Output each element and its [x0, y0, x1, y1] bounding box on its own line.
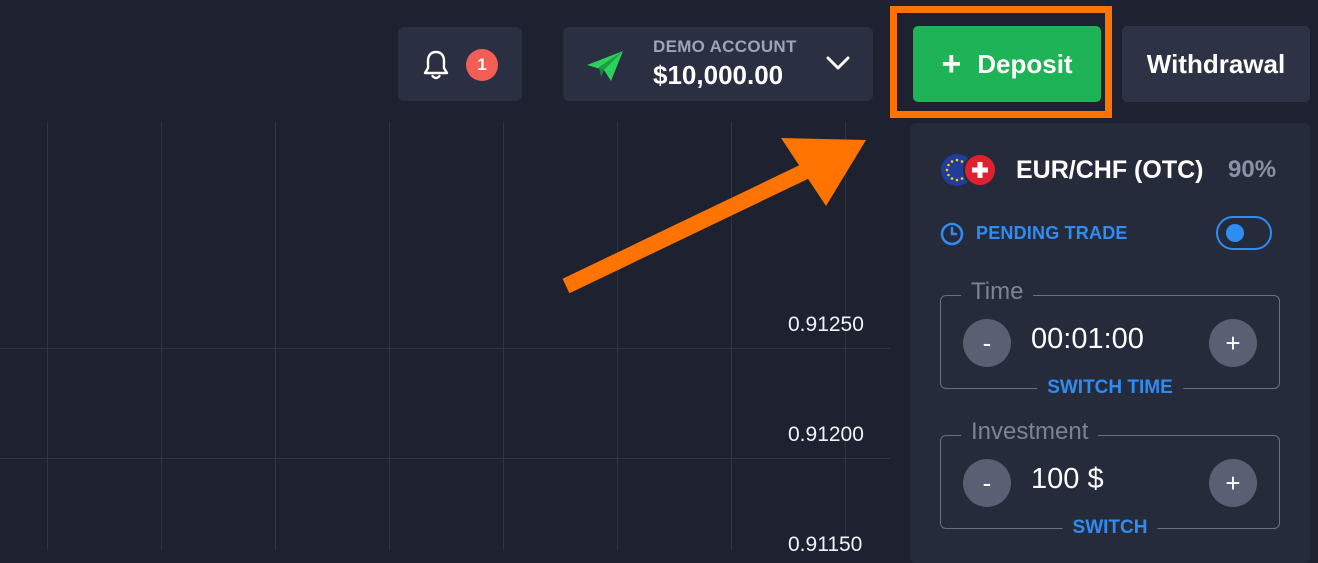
investment-decrease-button[interactable]: - — [963, 459, 1011, 507]
switch-investment-button[interactable]: SWITCH — [1062, 517, 1158, 539]
grid-line — [617, 122, 618, 550]
pending-trade-toggle[interactable] — [1216, 216, 1272, 250]
grid-line — [731, 122, 732, 550]
time-decrease-button[interactable]: - — [963, 319, 1011, 367]
pending-trade-label: PENDING TRADE — [976, 223, 1128, 243]
withdrawal-button[interactable]: Withdrawal — [1122, 26, 1310, 102]
grid-line — [47, 122, 48, 550]
investment-value-input[interactable]: 100 $ — [1031, 463, 1104, 496]
price-axis-label: 0.91150 — [788, 533, 863, 556]
asset-name[interactable]: EUR/CHF (OTC) — [1016, 156, 1203, 185]
bell-icon — [423, 50, 449, 80]
grid-line — [503, 122, 504, 550]
price-axis-label: 0.91250 — [788, 313, 864, 336]
time-increase-button[interactable]: + — [1209, 319, 1257, 367]
switch-time-button[interactable]: SWITCH TIME — [1037, 377, 1183, 399]
notifications-button[interactable]: 1 — [398, 27, 522, 101]
investment-increase-button[interactable]: + — [1209, 459, 1257, 507]
eu-ch-flags-icon — [941, 153, 997, 187]
grid-line — [275, 122, 276, 550]
account-balance: $10,000.00 — [653, 60, 784, 90]
time-field: Time - 00:01:00 + SWITCH TIME — [940, 278, 1280, 399]
grid-line — [0, 348, 890, 349]
time-value-input[interactable]: 00:01:00 — [1031, 323, 1144, 356]
clock-icon — [940, 222, 964, 246]
notification-count-badge: 1 — [466, 49, 498, 81]
grid-line — [389, 122, 390, 550]
grid-line — [161, 122, 162, 550]
account-selector[interactable]: DEMO ACCOUNT $10,000.00 — [563, 27, 873, 101]
grid-line — [0, 458, 890, 459]
trade-panel: EUR/CHF (OTC) 90% PENDING TRADE Time - 0… — [910, 123, 1310, 563]
paper-plane-icon — [587, 51, 623, 81]
time-legend: Time — [961, 278, 1034, 306]
investment-field: Investment - 100 $ + SWITCH — [940, 418, 1280, 539]
price-axis-label: 0.91200 — [788, 423, 864, 446]
asset-payout: 90% — [1228, 156, 1277, 183]
investment-legend: Investment — [961, 418, 1099, 446]
account-type-label: DEMO ACCOUNT — [653, 37, 797, 56]
toggle-knob — [1226, 224, 1244, 242]
deposit-highlight-frame — [890, 6, 1112, 118]
chevron-down-icon — [826, 56, 850, 70]
